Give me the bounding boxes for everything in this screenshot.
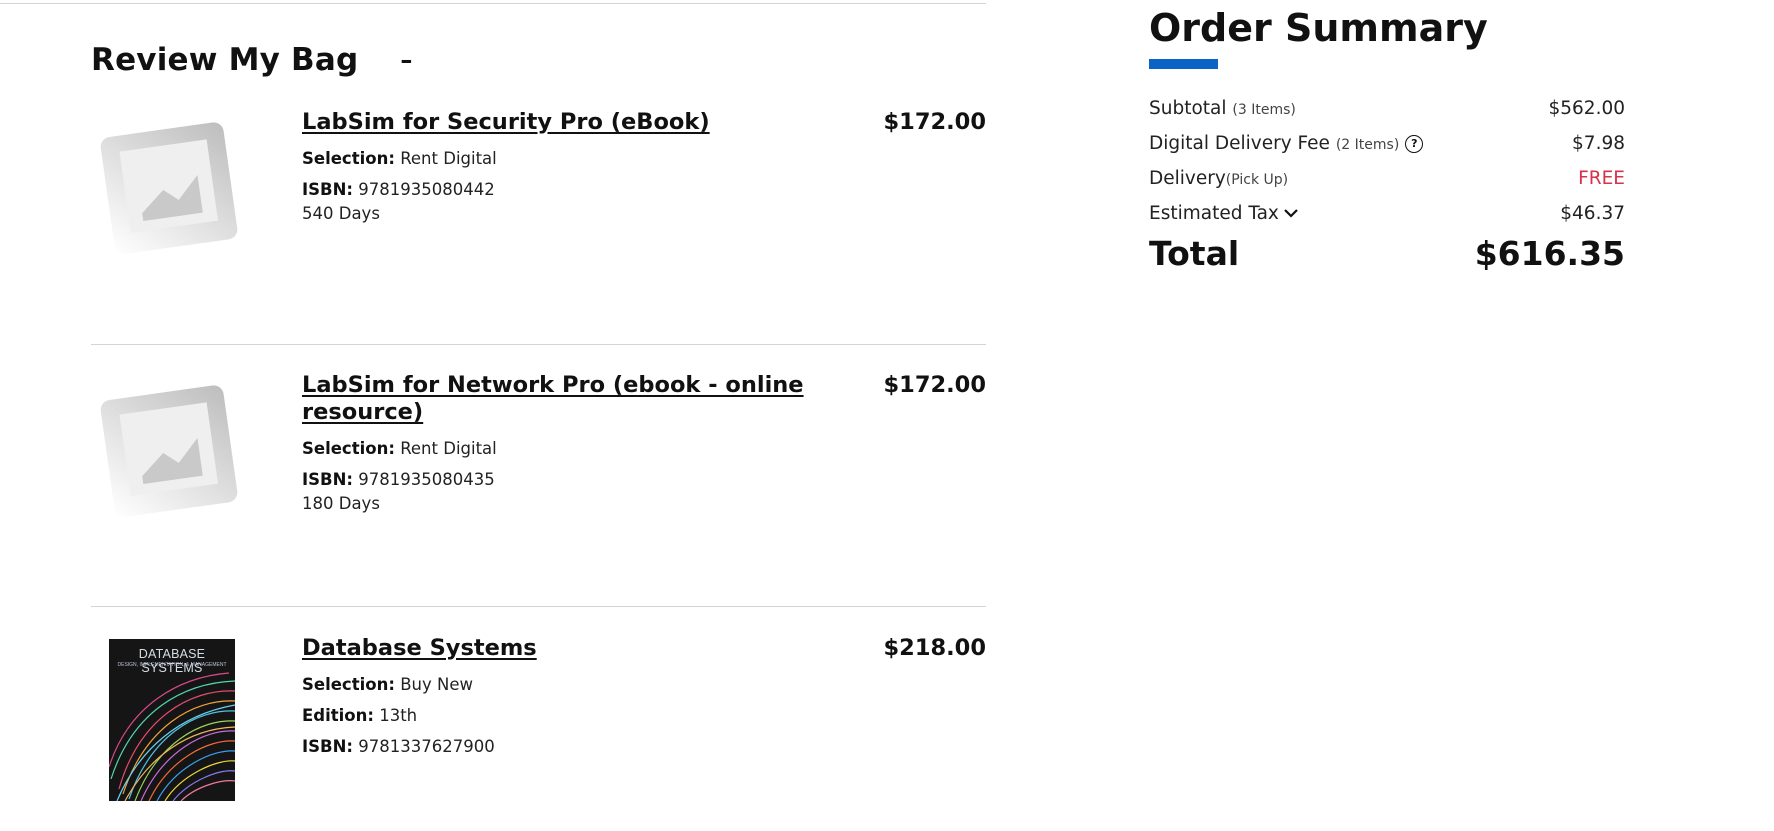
item-attr-selection: Selection: Buy New — [302, 675, 473, 694]
digital-fee-label: Digital Delivery Fee — [1149, 133, 1330, 154]
item-attr-edition: Edition: 13th — [302, 706, 418, 725]
item-price: $172.00 — [883, 109, 986, 135]
collapse-bag-button[interactable]: – — [400, 48, 412, 72]
digital-fee-value: $7.98 — [1572, 133, 1625, 154]
order-summary-title: Order Summary — [1149, 6, 1488, 50]
item-title-link[interactable]: LabSim for Security Pro (eBook) — [302, 109, 822, 136]
item-attr-selection: Selection: Rent Digital — [302, 439, 497, 458]
item-divider — [91, 344, 986, 345]
placeholder-image — [91, 372, 249, 530]
item-info: LabSim for Network Pro (ebook - online r… — [302, 372, 822, 515]
subtotal-label: Subtotal — [1149, 98, 1227, 119]
total-value: $616.35 — [1474, 234, 1625, 273]
bag-title: Review My Bag — [91, 42, 359, 78]
item-info: Database Systems Selection: Buy New Edit… — [302, 635, 822, 758]
item-attr-isbn: ISBN: 9781337627900 — [302, 737, 495, 756]
subtotal-row: Subtotal (3 Items) $562.00 — [1149, 98, 1625, 122]
subtotal-count: (3 Items) — [1232, 102, 1296, 118]
item-divider — [91, 606, 986, 607]
tax-label: Estimated Tax — [1149, 203, 1279, 224]
chevron-down-icon[interactable] — [1283, 203, 1299, 224]
item-attr-isbn: ISBN: 9781935080442 — [302, 180, 495, 199]
placeholder-image — [91, 109, 249, 267]
item-info: LabSim for Security Pro (eBook) Selectio… — [302, 109, 822, 225]
book-cover: DATABASE SYSTEMS DESIGN, IMPLEMENTATION,… — [91, 639, 249, 801]
delivery-row: Delivery(Pick Up) FREE — [1149, 168, 1625, 192]
title-accent-bar — [1149, 59, 1218, 69]
subtotal-value: $562.00 — [1548, 98, 1625, 119]
item-rental-period: 180 Days — [302, 494, 380, 513]
tax-value: $46.37 — [1560, 203, 1625, 224]
digital-fee-count: (2 Items) — [1335, 137, 1400, 153]
help-icon[interactable]: ? — [1405, 135, 1424, 153]
item-attr-selection: Selection: Rent Digital — [302, 149, 497, 168]
item-title-link[interactable]: Database Systems — [302, 635, 822, 662]
item-price: $172.00 — [883, 372, 986, 398]
top-divider — [0, 3, 986, 4]
delivery-label: Delivery — [1149, 168, 1226, 189]
item-price: $218.00 — [883, 635, 986, 661]
total-label: Total — [1149, 234, 1240, 273]
delivery-value: FREE — [1578, 168, 1625, 189]
tax-row: Estimated Tax $46.37 — [1149, 203, 1625, 227]
bag-header: Review My Bag – — [91, 42, 412, 78]
delivery-method: (Pick Up) — [1225, 172, 1289, 188]
item-title-link[interactable]: LabSim for Network Pro (ebook - online r… — [302, 372, 822, 426]
item-rental-period: 540 Days — [302, 204, 380, 223]
item-attr-isbn: ISBN: 9781935080435 — [302, 470, 495, 489]
digital-fee-row: Digital Delivery Fee (2 Items)? $7.98 — [1149, 133, 1625, 157]
